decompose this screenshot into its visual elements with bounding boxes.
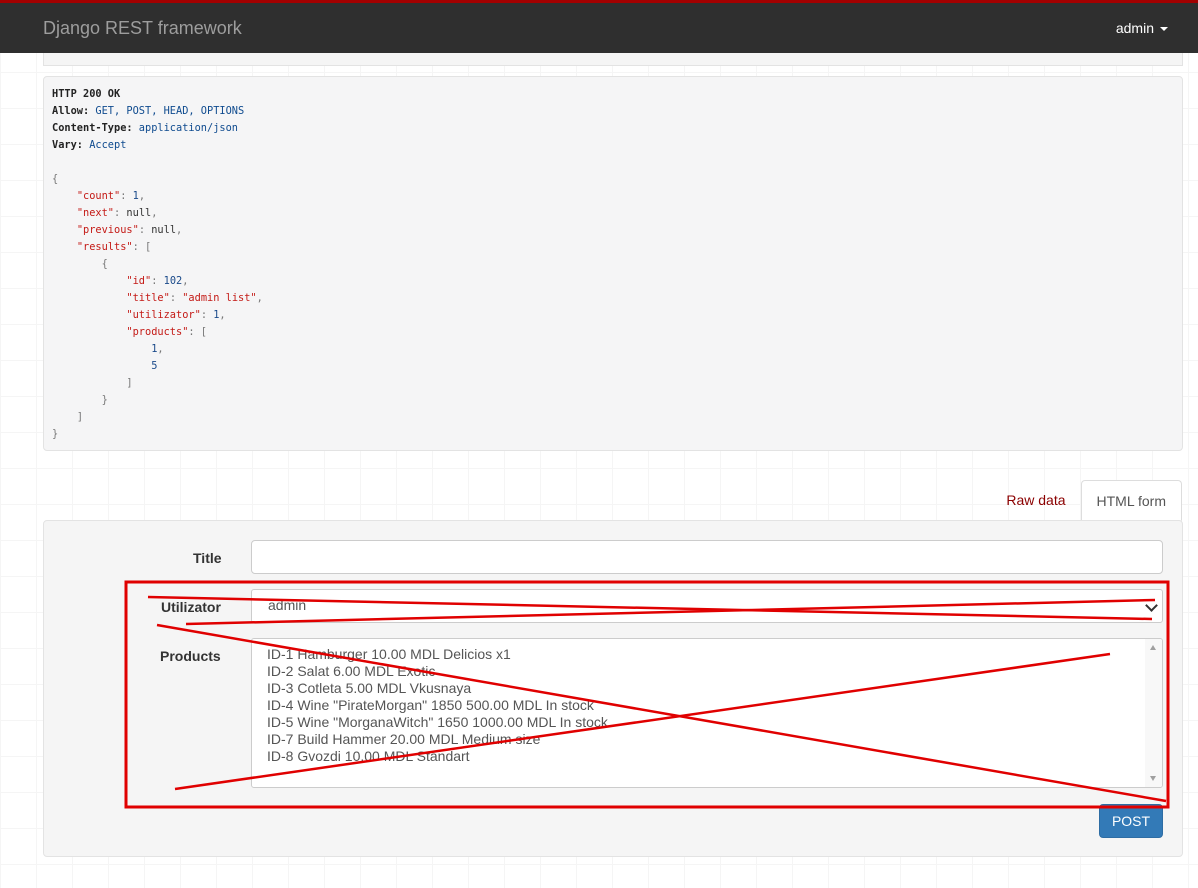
json-value: null bbox=[151, 224, 177, 236]
response-status: HTTP 200 OK bbox=[52, 88, 121, 100]
scroll-down-icon[interactable] bbox=[1150, 776, 1156, 781]
products-multiselect[interactable]: ID-1 Hamburger 10.00 MDL Delicios x1 ID-… bbox=[251, 638, 1163, 788]
response-panel: HTTP 200 OK Allow: GET, POST, HEAD, OPTI… bbox=[43, 76, 1183, 451]
header-value: GET, POST, HEAD, OPTIONS bbox=[95, 105, 245, 117]
json-key: "utilizator" bbox=[126, 309, 201, 321]
json-key: "previous" bbox=[76, 224, 139, 236]
user-name: admin bbox=[1115, 20, 1154, 36]
json-key: "results" bbox=[76, 241, 133, 253]
product-option[interactable]: ID-2 Salat 6.00 MDL Exotic bbox=[267, 663, 1162, 680]
tab-raw-data[interactable]: Raw data bbox=[991, 480, 1080, 521]
header-value: application/json bbox=[138, 122, 238, 134]
title-input[interactable] bbox=[251, 540, 1163, 574]
html-form-panel: Title Utilizator admin Products ID-1 Ham… bbox=[43, 520, 1183, 857]
navbar: Django REST framework admin bbox=[0, 0, 1198, 53]
json-key: "id" bbox=[126, 275, 152, 287]
caret-down-icon bbox=[1160, 27, 1168, 32]
post-button[interactable]: POST bbox=[1099, 804, 1163, 838]
json-key: "products" bbox=[126, 326, 189, 338]
header-value: Accept bbox=[89, 139, 127, 151]
scroll-up-icon[interactable] bbox=[1150, 645, 1156, 650]
json-key: "next" bbox=[76, 207, 115, 219]
brand-link[interactable]: Django REST framework bbox=[43, 18, 242, 39]
user-menu[interactable]: admin bbox=[1116, 20, 1168, 36]
product-option[interactable]: ID-1 Hamburger 10.00 MDL Delicios x1 bbox=[267, 646, 1162, 663]
header-name: Content-Type: bbox=[52, 122, 133, 134]
breadcrumb-strip bbox=[43, 53, 1183, 66]
product-option[interactable]: ID-7 Build Hammer 20.00 MDL Medium size bbox=[267, 731, 1162, 748]
chevron-down-icon bbox=[1145, 599, 1158, 612]
title-label: Title bbox=[193, 550, 222, 566]
json-value: "admin list" bbox=[182, 292, 257, 304]
header-name: Vary: bbox=[52, 139, 83, 151]
json-key: "count" bbox=[76, 190, 121, 202]
utilizator-label: Utilizator bbox=[161, 599, 221, 615]
header-name: Allow: bbox=[52, 105, 90, 117]
json-value: null bbox=[126, 207, 152, 219]
json-value: 102 bbox=[163, 275, 183, 287]
products-scrollbar[interactable] bbox=[1145, 639, 1162, 787]
product-option[interactable]: ID-4 Wine "PirateMorgan" 1850 500.00 MDL… bbox=[267, 697, 1162, 714]
products-label: Products bbox=[160, 648, 221, 664]
json-value: 5 bbox=[151, 360, 158, 372]
utilizator-selected-value: admin bbox=[268, 597, 307, 613]
json-key: "title" bbox=[126, 292, 170, 304]
utilizator-select[interactable]: admin bbox=[251, 589, 1163, 623]
format-tabs: Raw data HTML form bbox=[991, 480, 1182, 521]
tab-html-form[interactable]: HTML form bbox=[1080, 480, 1182, 521]
product-option[interactable]: ID-8 Gvozdi 10.00 MDL Standart bbox=[267, 748, 1162, 765]
product-option[interactable]: ID-3 Cotleta 5.00 MDL Vkusnaya bbox=[267, 680, 1162, 697]
product-option[interactable]: ID-5 Wine "MorganaWitch" 1650 1000.00 MD… bbox=[267, 714, 1162, 731]
